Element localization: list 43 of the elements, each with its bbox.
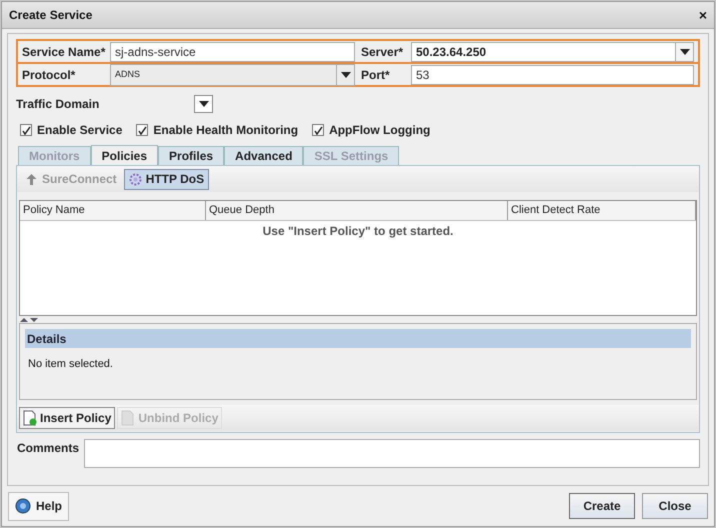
checkbox-label: Enable Service bbox=[37, 122, 122, 139]
column-header[interactable]: Queue Depth bbox=[206, 201, 508, 220]
text-field[interactable]: sj-adns-service bbox=[110, 42, 355, 62]
dropdown-arrow-icon bbox=[680, 48, 690, 54]
document-icon bbox=[23, 410, 37, 426]
tab[interactable]: Policies bbox=[90, 145, 158, 165]
tab[interactable]: Advanced bbox=[224, 146, 304, 165]
up-arrow-icon bbox=[25, 172, 38, 186]
help-icon bbox=[15, 498, 31, 514]
policy-action-button[interactable]: Insert Policy bbox=[19, 407, 116, 429]
checkbox[interactable] bbox=[136, 124, 148, 136]
tab[interactable]: Profiles bbox=[158, 146, 224, 165]
column-header[interactable]: Client Detect Rate bbox=[508, 201, 696, 220]
server-combo-box[interactable]: 50.23.64.250 bbox=[411, 42, 694, 62]
gear-icon bbox=[128, 172, 142, 186]
dialog-button[interactable]: Create bbox=[569, 493, 635, 519]
dialog-button[interactable]: Close bbox=[642, 493, 708, 519]
field-label: Comments bbox=[17, 440, 80, 457]
empty-table-message: Use "Insert Policy" to get started. bbox=[262, 223, 454, 240]
window-title: Create Service bbox=[9, 7, 92, 24]
dropdown-arrow-icon bbox=[340, 72, 350, 78]
field-label: Service Name* bbox=[22, 44, 106, 58]
column-header[interactable]: Policy Name bbox=[20, 201, 206, 220]
help-button[interactable]: Help bbox=[8, 492, 70, 520]
field-label: Server* bbox=[361, 44, 404, 58]
comments-field[interactable] bbox=[84, 439, 700, 468]
checkbox-label: AppFlow Logging bbox=[329, 122, 430, 139]
checkbox[interactable] bbox=[312, 124, 324, 136]
traffic-domain-dropdown[interactable] bbox=[194, 95, 213, 113]
field-label: Traffic Domain bbox=[16, 96, 100, 113]
details-title: Details bbox=[27, 330, 66, 348]
checkbox[interactable] bbox=[20, 124, 32, 136]
policy-type-button[interactable]: HTTP DoS bbox=[124, 168, 210, 190]
checkbox-label: Enable Health Monitoring bbox=[153, 122, 298, 139]
text-field[interactable]: 53 bbox=[411, 64, 694, 84]
close-button[interactable]: × bbox=[698, 8, 707, 22]
field-label: Protocol* bbox=[22, 68, 76, 82]
document-icon bbox=[121, 410, 136, 426]
details-message: No item selected. bbox=[28, 357, 114, 372]
dropdown-arrow-icon bbox=[198, 101, 208, 107]
field-label: Port* bbox=[361, 68, 390, 82]
splitter-arrows-icon[interactable] bbox=[20, 317, 40, 322]
protocol-select[interactable]: ADNS bbox=[110, 64, 355, 86]
